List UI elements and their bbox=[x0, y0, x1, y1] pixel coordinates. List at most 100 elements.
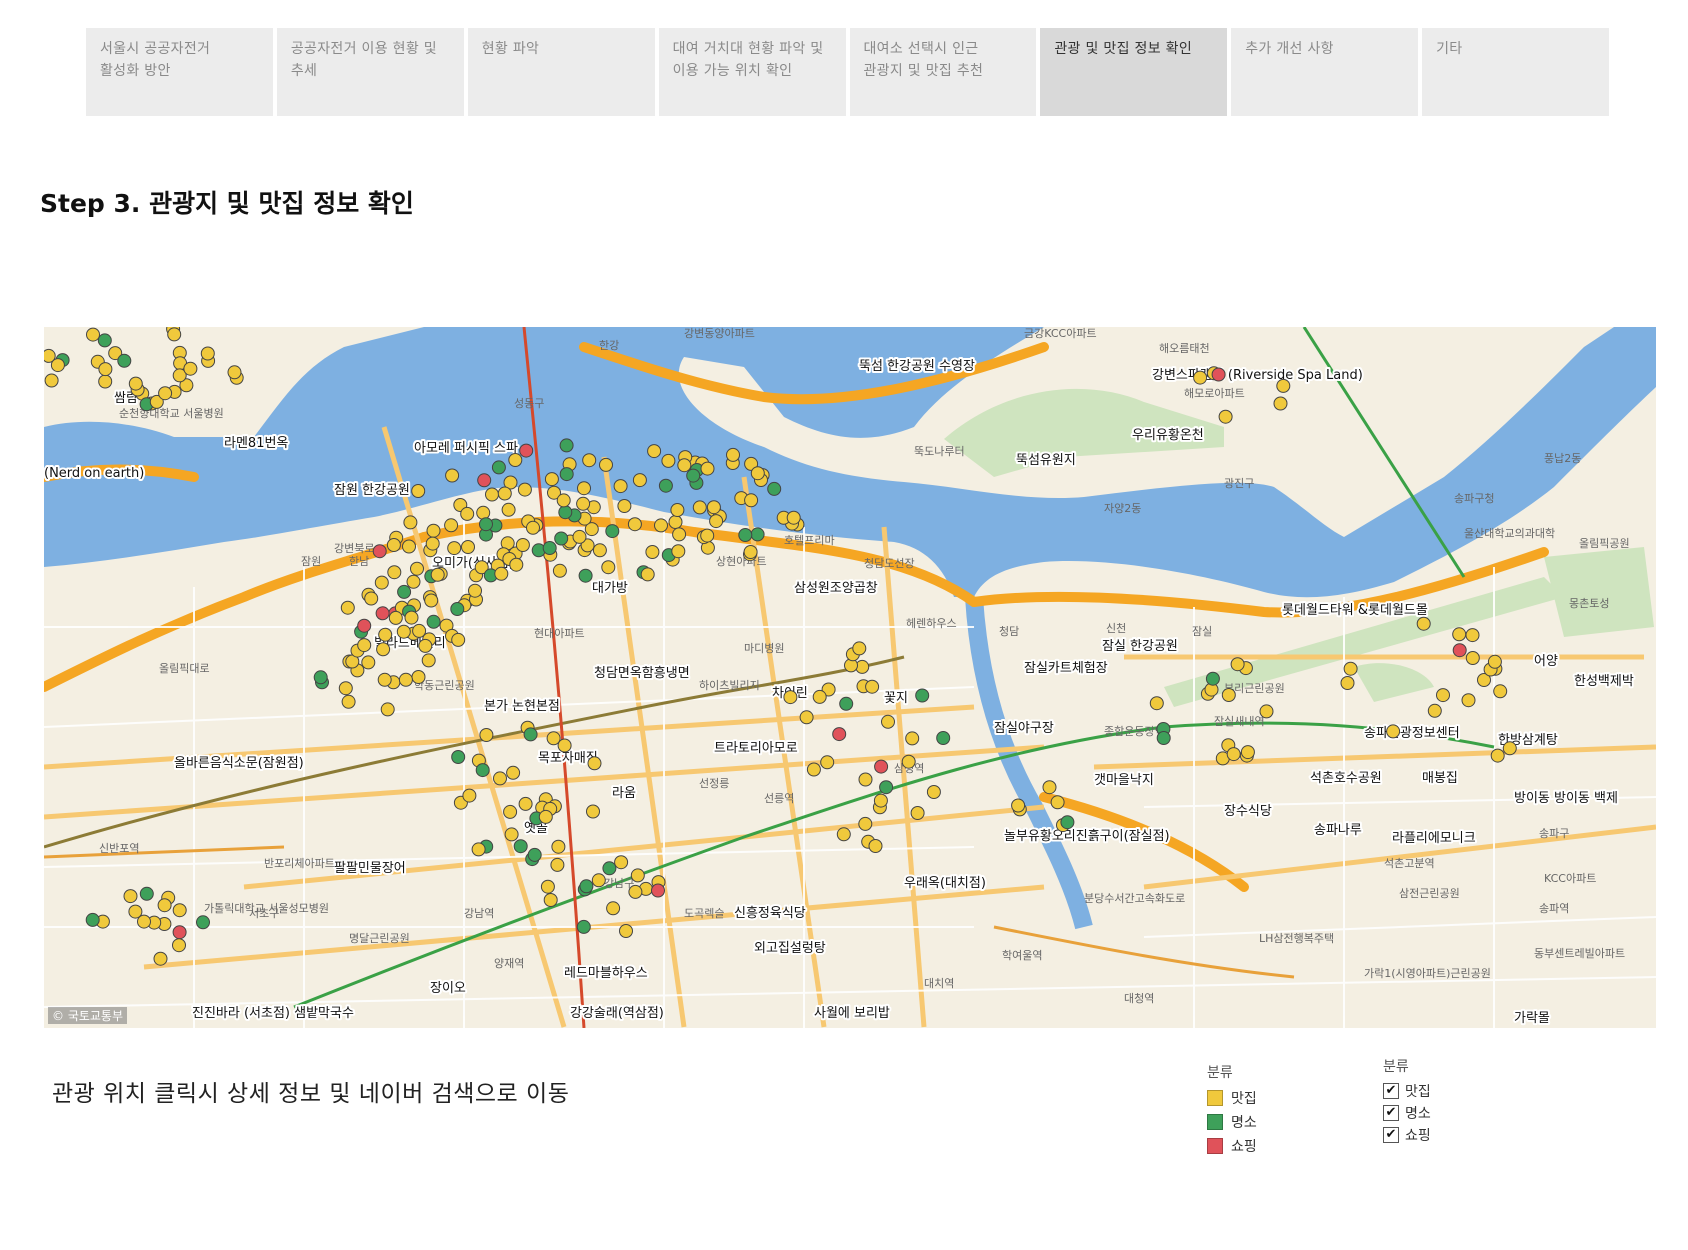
poi-marker[interactable] bbox=[551, 839, 566, 854]
poi-marker[interactable] bbox=[799, 710, 814, 725]
poi-marker[interactable] bbox=[196, 915, 210, 930]
poi-marker[interactable] bbox=[471, 842, 486, 857]
poi-marker[interactable] bbox=[172, 903, 187, 918]
poi-marker[interactable] bbox=[387, 565, 402, 580]
filter-option-attraction[interactable]: ✔ 명소 bbox=[1383, 1102, 1431, 1124]
poi-marker[interactable] bbox=[503, 804, 518, 819]
poi-marker[interactable] bbox=[418, 638, 433, 653]
place-label[interactable]: 송파나루 bbox=[1314, 823, 1362, 838]
poi-marker[interactable] bbox=[579, 879, 594, 894]
poi-marker[interactable] bbox=[709, 514, 724, 529]
poi-marker[interactable] bbox=[374, 575, 389, 590]
place-label[interactable]: 뚝섬 한강공원 수영장 bbox=[859, 359, 975, 374]
poi-marker[interactable] bbox=[820, 755, 835, 770]
poi-marker[interactable] bbox=[1211, 367, 1226, 382]
poi-marker[interactable] bbox=[378, 627, 393, 642]
poi-marker[interactable] bbox=[576, 919, 591, 934]
poi-marker[interactable] bbox=[123, 889, 138, 904]
tab-nearby-recommendation[interactable]: 대여소 선택시 인근 관광지 및 맛집 추천 bbox=[849, 28, 1037, 116]
poi-marker[interactable] bbox=[910, 806, 925, 820]
poi-marker[interactable] bbox=[444, 518, 459, 533]
poi-marker[interactable] bbox=[599, 457, 613, 472]
tab-bike-usage-trends[interactable]: 공공자전거 이용 현황 및 추세 bbox=[276, 28, 464, 116]
poi-marker[interactable] bbox=[587, 756, 602, 771]
poi-marker[interactable] bbox=[128, 376, 143, 391]
poi-marker[interactable] bbox=[501, 502, 516, 517]
poi-marker[interactable] bbox=[905, 731, 920, 746]
poi-marker[interactable] bbox=[461, 540, 475, 554]
poi-marker[interactable] bbox=[357, 618, 372, 633]
poi-marker[interactable] bbox=[852, 641, 867, 656]
poi-marker[interactable] bbox=[421, 653, 436, 668]
poi-marker[interactable] bbox=[670, 503, 685, 517]
place-label[interactable]: 장수식당 bbox=[1224, 804, 1272, 819]
poi-marker[interactable] bbox=[767, 481, 782, 496]
poi-marker[interactable] bbox=[515, 538, 530, 552]
poi-marker[interactable] bbox=[479, 728, 494, 742]
poi-marker[interactable] bbox=[1487, 654, 1502, 669]
poi-marker[interactable] bbox=[738, 528, 753, 542]
place-label[interactable]: 강변스파랜드 (Riverside Spa Land) bbox=[1152, 368, 1363, 383]
poi-marker[interactable] bbox=[396, 624, 411, 639]
filter-checkbox-food[interactable]: ✔ bbox=[1383, 1083, 1399, 1099]
place-label[interactable]: 잠실 한강공원 bbox=[1102, 639, 1178, 654]
poi-marker[interactable] bbox=[671, 544, 686, 559]
poi-marker[interactable] bbox=[338, 681, 353, 696]
poi-marker[interactable] bbox=[398, 672, 413, 687]
poi-marker[interactable] bbox=[158, 386, 173, 401]
poi-marker[interactable] bbox=[491, 460, 506, 475]
poi-marker[interactable] bbox=[172, 938, 186, 953]
poi-marker[interactable] bbox=[1042, 780, 1057, 795]
poi-marker[interactable] bbox=[98, 362, 113, 377]
poi-marker[interactable] bbox=[98, 374, 113, 389]
poi-marker[interactable] bbox=[602, 861, 617, 876]
poi-marker[interactable] bbox=[1240, 745, 1255, 760]
poi-marker[interactable] bbox=[1427, 703, 1442, 718]
poi-marker[interactable] bbox=[1452, 627, 1467, 642]
place-label[interactable]: 잠원 한강공원 bbox=[334, 483, 410, 498]
poi-marker[interactable] bbox=[606, 901, 621, 916]
poi-marker[interactable] bbox=[430, 567, 445, 582]
poi-marker[interactable] bbox=[509, 557, 524, 572]
poi-marker[interactable] bbox=[451, 632, 466, 647]
poi-marker[interactable] bbox=[508, 453, 523, 467]
place-label[interactable]: (Nerd on earth) bbox=[44, 466, 144, 481]
place-label[interactable]: 라움 bbox=[612, 786, 636, 801]
poi-marker[interactable] bbox=[750, 466, 765, 481]
poi-marker[interactable] bbox=[1259, 704, 1274, 719]
poi-marker[interactable] bbox=[1416, 616, 1431, 631]
poi-marker[interactable] bbox=[1226, 747, 1241, 762]
poi-marker[interactable] bbox=[783, 690, 798, 705]
place-label[interactable]: 어양 bbox=[1534, 654, 1558, 669]
poi-marker[interactable] bbox=[450, 602, 465, 616]
poi-marker[interactable] bbox=[493, 771, 507, 786]
poi-marker[interactable] bbox=[426, 523, 441, 538]
poi-marker[interactable] bbox=[654, 518, 668, 533]
poi-marker[interactable] bbox=[468, 583, 482, 598]
poi-marker[interactable] bbox=[341, 694, 356, 709]
poi-marker[interactable] bbox=[915, 688, 930, 703]
poi-marker[interactable] bbox=[506, 765, 521, 780]
poi-marker[interactable] bbox=[582, 453, 597, 468]
poi-marker[interactable] bbox=[403, 515, 418, 530]
poi-marker[interactable] bbox=[1465, 651, 1480, 665]
poi-marker[interactable] bbox=[706, 500, 721, 515]
poi-marker[interactable] bbox=[812, 689, 827, 704]
poi-marker[interactable] bbox=[578, 568, 593, 583]
place-label[interactable]: 잠실카트체험장 bbox=[1024, 661, 1108, 676]
poi-marker[interactable] bbox=[183, 361, 198, 376]
poi-marker[interactable] bbox=[614, 855, 629, 870]
filter-option-shopping[interactable]: ✔ 쇼핑 bbox=[1383, 1124, 1431, 1146]
place-label[interactable]: 트라토리아모로 bbox=[714, 741, 798, 756]
poi-marker[interactable] bbox=[601, 560, 616, 575]
tab-tourism-food-info[interactable]: 관광 및 맛집 정보 확인 bbox=[1040, 28, 1228, 116]
poi-marker[interactable] bbox=[605, 524, 620, 539]
poi-marker[interactable] bbox=[858, 816, 873, 831]
poi-marker[interactable] bbox=[546, 731, 561, 746]
poi-marker[interactable] bbox=[836, 827, 851, 842]
place-label[interactable]: 송파관광정보센터 bbox=[1364, 726, 1460, 741]
poi-marker[interactable] bbox=[786, 510, 801, 525]
poi-marker[interactable] bbox=[858, 772, 873, 787]
poi-marker[interactable] bbox=[577, 481, 591, 496]
poi-marker[interactable] bbox=[686, 468, 701, 483]
